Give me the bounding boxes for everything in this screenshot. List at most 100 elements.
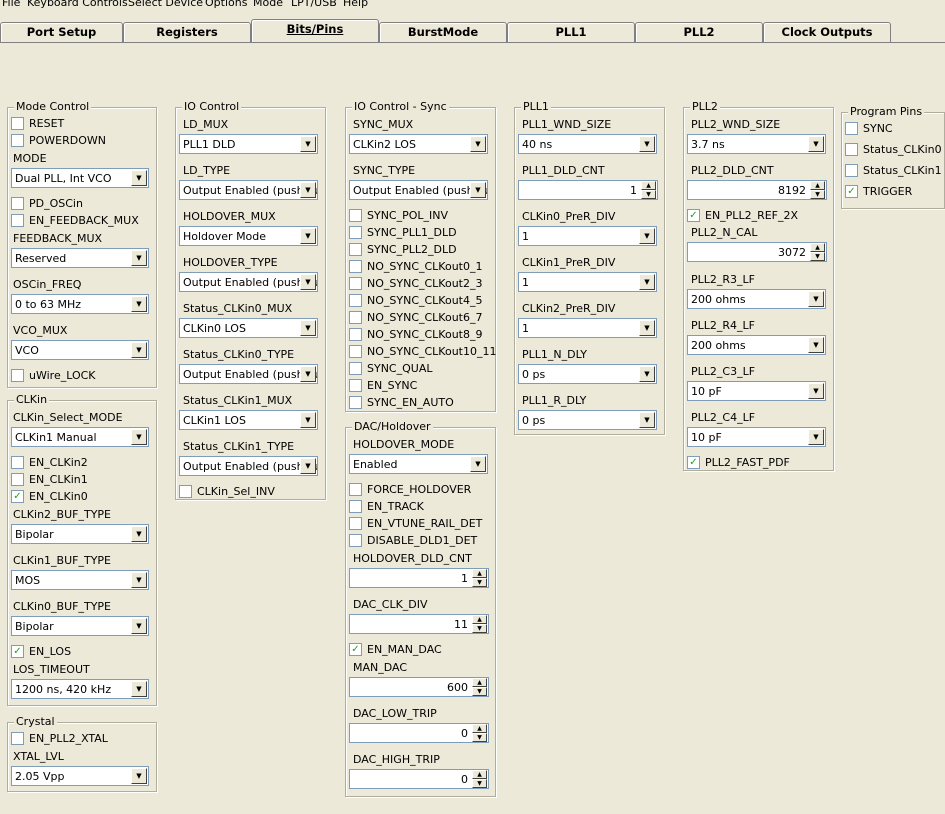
dac-high-trip-spinner[interactable]: 0 ▲ ▼: [349, 769, 489, 789]
chevron-down-icon[interactable]: ▼: [808, 429, 824, 445]
chevron-down-icon[interactable]: ▼: [300, 136, 316, 152]
tab-port-setup[interactable]: Port Setup: [0, 22, 123, 43]
en-feedback-mux-checkbox[interactable]: EN_FEEDBACK_MUX: [11, 214, 139, 227]
en-vtune-rail-det-checkbox[interactable]: EN_VTUNE_RAIL_DET: [349, 517, 482, 530]
reset-checkbox[interactable]: RESET: [11, 117, 64, 130]
los-timeout-select[interactable]: 1200 ns, 420 kHz ▼: [11, 679, 149, 699]
tab-bits-pins[interactable]: Bits/Pins: [251, 19, 379, 42]
tab-registers[interactable]: Registers: [123, 22, 251, 43]
sync-mux-select[interactable]: CLKin2 LOS ▼: [349, 134, 488, 154]
chevron-down-icon[interactable]: ▼: [131, 681, 147, 697]
tab-pll1[interactable]: PLL1: [507, 22, 635, 43]
clkin-select-mode-select[interactable]: CLKin1 Manual ▼: [11, 427, 149, 447]
chevron-down-icon[interactable]: ▼: [131, 296, 147, 312]
pll1-dld-cnt-spinner[interactable]: 1 ▲ ▼: [518, 180, 658, 200]
chevron-down-icon[interactable]: ▼: [131, 768, 147, 784]
en-clkin2-checkbox[interactable]: EN_CLKin2: [11, 456, 88, 469]
pll2-n-cal-spinner[interactable]: 3072 ▲ ▼: [687, 242, 827, 262]
chevron-down-icon[interactable]: ▼: [300, 320, 316, 336]
ld-type-select[interactable]: Output Enabled (push-pull) ▼: [179, 180, 318, 200]
chevron-down-icon[interactable]: ▼: [639, 274, 655, 290]
sync-pll1-dld-checkbox[interactable]: SYNC_PLL1_DLD: [349, 226, 457, 239]
feedback-mux-select[interactable]: Reserved ▼: [11, 248, 149, 268]
man-dac-spinner[interactable]: 600 ▲ ▼: [349, 677, 489, 697]
clkin2-buf-type-select[interactable]: Bipolar ▼: [11, 524, 149, 544]
chevron-down-icon[interactable]: ▼: [300, 366, 316, 382]
status-clkin0-type-select[interactable]: Output Enabled (push-pull) ▼: [179, 364, 318, 384]
holdover-mode-select[interactable]: Enabled ▼: [349, 454, 488, 474]
chevron-down-icon[interactable]: ▼: [131, 170, 147, 186]
xtal-lvl-select[interactable]: 2.05 Vpp ▼: [11, 766, 149, 786]
menu-keyboard-controls[interactable]: Keyboard Controls: [27, 0, 128, 9]
clkin1-buf-type-select[interactable]: MOS ▼: [11, 570, 149, 590]
chevron-down-icon[interactable]: ▼: [470, 456, 486, 472]
holdover-dld-cnt-spinner[interactable]: 1 ▲ ▼: [349, 568, 489, 588]
chevron-down-icon[interactable]: ▼: [131, 572, 147, 588]
chevron-down-icon[interactable]: ▼: [641, 190, 656, 199]
chevron-down-icon[interactable]: ▼: [131, 250, 147, 266]
chevron-up-icon[interactable]: ▲: [472, 770, 487, 779]
chevron-down-icon[interactable]: ▼: [639, 320, 655, 336]
chevron-up-icon[interactable]: ▲: [472, 615, 487, 624]
chevron-down-icon[interactable]: ▼: [639, 228, 655, 244]
chevron-down-icon[interactable]: ▼: [470, 182, 486, 198]
chevron-down-icon[interactable]: ▼: [472, 624, 487, 633]
powerdown-checkbox[interactable]: POWERDOWN: [11, 134, 106, 147]
pll1-r-dly-select[interactable]: 0 ps ▼: [518, 410, 657, 430]
chevron-down-icon[interactable]: ▼: [470, 136, 486, 152]
no-sync-clkout4-5-checkbox[interactable]: NO_SYNC_CLKout4_5: [349, 294, 482, 307]
menu-mode[interactable]: Mode: [253, 0, 283, 9]
vco-mux-select[interactable]: VCO ▼: [11, 340, 149, 360]
no-sync-clkout2-3-checkbox[interactable]: NO_SYNC_CLKout2_3: [349, 277, 482, 290]
clkin0-prer-div-select[interactable]: 1 ▼: [518, 226, 657, 246]
chevron-down-icon[interactable]: ▼: [131, 526, 147, 542]
tab-clock-outputs[interactable]: Clock Outputs: [763, 22, 891, 43]
pll1-n-dly-select[interactable]: 0 ps ▼: [518, 364, 657, 384]
chevron-down-icon[interactable]: ▼: [810, 190, 825, 199]
sync-en-auto-checkbox[interactable]: SYNC_EN_AUTO: [349, 396, 454, 409]
menu-file[interactable]: File: [2, 0, 20, 9]
program-trigger-checkbox[interactable]: ✓ TRIGGER: [845, 185, 912, 198]
chevron-down-icon[interactable]: ▼: [639, 136, 655, 152]
chevron-up-icon[interactable]: ▲: [472, 569, 487, 578]
ld-mux-select[interactable]: PLL1 DLD ▼: [179, 134, 318, 154]
tab-burstmode[interactable]: BurstMode: [379, 22, 507, 43]
chevron-down-icon[interactable]: ▼: [808, 136, 824, 152]
pll2-c3-lf-select[interactable]: 10 pF ▼: [687, 381, 826, 401]
menu-lpt-usb[interactable]: LPT/USB: [291, 0, 337, 9]
status-clkin0-mux-select[interactable]: CLKin0 LOS ▼: [179, 318, 318, 338]
no-sync-clkout0-1-checkbox[interactable]: NO_SYNC_CLKout0_1: [349, 260, 482, 273]
en-man-dac-checkbox[interactable]: ✓ EN_MAN_DAC: [349, 643, 442, 656]
clkin1-prer-div-select[interactable]: 1 ▼: [518, 272, 657, 292]
program-status-clkin1-checkbox[interactable]: Status_CLKin1: [845, 164, 942, 177]
dac-low-trip-spinner[interactable]: 0 ▲ ▼: [349, 723, 489, 743]
sync-qual-checkbox[interactable]: SYNC_QUAL: [349, 362, 432, 375]
en-track-checkbox[interactable]: EN_TRACK: [349, 500, 424, 513]
en-clkin1-checkbox[interactable]: EN_CLKin1: [11, 473, 88, 486]
chevron-down-icon[interactable]: ▼: [131, 429, 147, 445]
menu-select-device[interactable]: Select Device: [128, 0, 203, 9]
sync-type-select[interactable]: Output Enabled (push-pull) ▼: [349, 180, 488, 200]
chevron-down-icon[interactable]: ▼: [639, 366, 655, 382]
menu-help[interactable]: Help: [343, 0, 368, 9]
chevron-up-icon[interactable]: ▲: [472, 724, 487, 733]
en-los-checkbox[interactable]: ✓ EN_LOS: [11, 645, 71, 658]
no-sync-clkout6-7-checkbox[interactable]: NO_SYNC_CLKout6_7: [349, 311, 482, 324]
status-clkin1-mux-select[interactable]: CLKin1 LOS ▼: [179, 410, 318, 430]
program-status-clkin0-checkbox[interactable]: Status_CLKin0: [845, 143, 942, 156]
program-sync-checkbox[interactable]: SYNC: [845, 122, 893, 135]
en-pll2-xtal-checkbox[interactable]: EN_PLL2_XTAL: [11, 732, 108, 745]
chevron-down-icon[interactable]: ▼: [472, 578, 487, 587]
chevron-down-icon[interactable]: ▼: [472, 733, 487, 742]
disable-dld1-det-checkbox[interactable]: DISABLE_DLD1_DET: [349, 534, 477, 547]
dac-clk-div-spinner[interactable]: 11 ▲ ▼: [349, 614, 489, 634]
mode-select[interactable]: Dual PLL, Int VCO ▼: [11, 168, 149, 188]
en-pll2-ref-2x-checkbox[interactable]: ✓ EN_PLL2_REF_2X: [687, 209, 798, 222]
no-sync-clkout10-11-checkbox[interactable]: NO_SYNC_CLKout10_11: [349, 345, 496, 358]
pll2-fast-pdf-checkbox[interactable]: ✓ PLL2_FAST_PDF: [687, 456, 790, 469]
pll1-wnd-size-select[interactable]: 40 ns ▼: [518, 134, 657, 154]
chevron-down-icon[interactable]: ▼: [300, 274, 316, 290]
no-sync-clkout8-9-checkbox[interactable]: NO_SYNC_CLKout8_9: [349, 328, 482, 341]
holdover-type-select[interactable]: Output Enabled (push-pull) ▼: [179, 272, 318, 292]
pll2-r4-lf-select[interactable]: 200 ohms ▼: [687, 335, 826, 355]
